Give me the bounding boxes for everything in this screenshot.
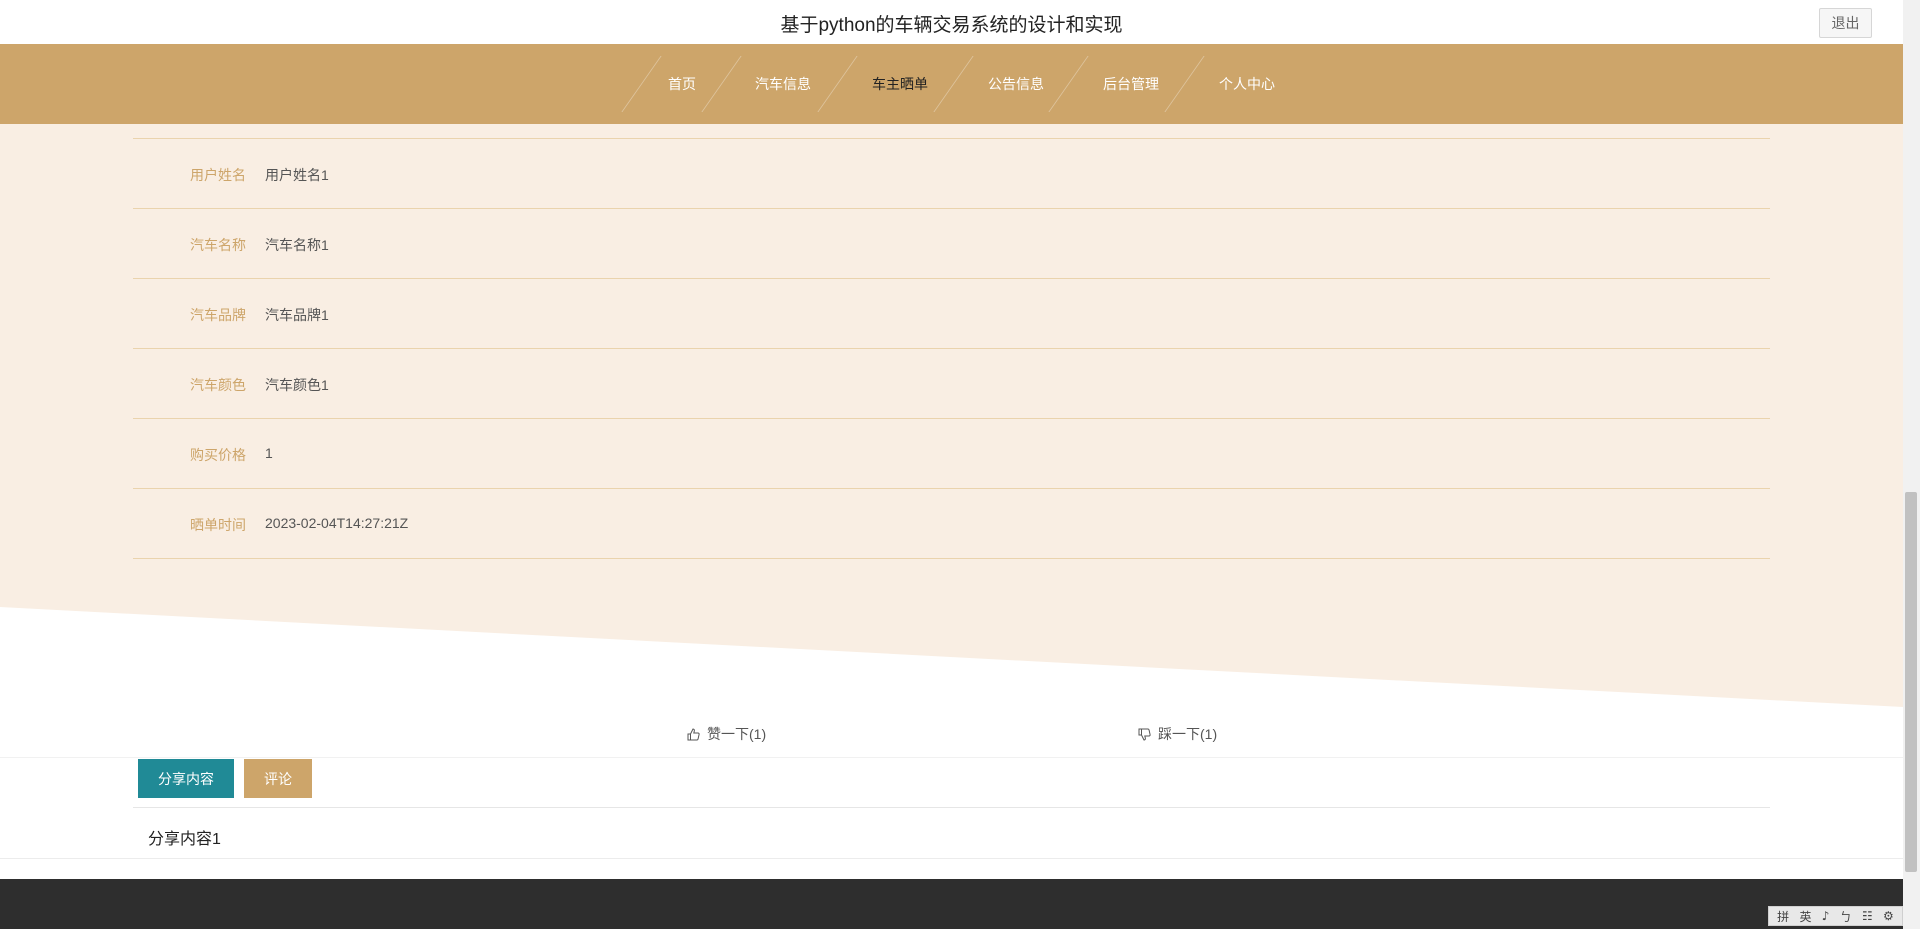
detail-row-purchase-price: 购买价格 1 <box>133 419 1770 489</box>
row-value: 汽车品牌1 <box>265 307 329 323</box>
detail-row-car-name: 汽车名称 汽车名称1 <box>133 209 1770 279</box>
row-value: 2023-02-04T14:27:21Z <box>265 515 409 531</box>
detail-row-username: 用户姓名 用户姓名1 <box>133 139 1770 209</box>
ime-settings-icon[interactable]: ⚙ <box>1883 909 1894 923</box>
tab-underline <box>133 807 1770 808</box>
detail-row-car-color: 汽车颜色 汽车颜色1 <box>133 349 1770 419</box>
like-button[interactable]: 赞一下(1) <box>687 724 766 744</box>
top-header: 基于python的车辆交易系统的设计和实现 退出 <box>0 0 1903 44</box>
scrollbar-thumb[interactable] <box>1905 492 1917 872</box>
dislike-label: 踩一下(1) <box>1158 726 1218 742</box>
row-label: 汽车名称 <box>190 237 246 253</box>
ime-pinyin-icon[interactable]: 拼 <box>1777 908 1789 925</box>
vertical-scrollbar[interactable] <box>1903 0 1920 929</box>
ime-toolbar[interactable]: 拼 英 ♪ ㄅ ☷ ⚙ <box>1768 906 1903 926</box>
row-value: 汽车名称1 <box>265 237 329 253</box>
thumbs-up-icon <box>687 727 700 740</box>
like-label: 赞一下(1) <box>707 726 767 742</box>
row-label: 购买价格 <box>190 447 246 463</box>
row-value: 汽车颜色1 <box>265 377 329 393</box>
ime-layout-icon[interactable]: ☷ <box>1862 909 1873 923</box>
divider <box>0 757 1903 758</box>
detail-row-post-time: 晒单时间 2023-02-04T14:27:21Z <box>133 489 1770 559</box>
tab-share-content[interactable]: 分享内容 <box>138 759 234 798</box>
row-value: 1 <box>265 445 273 461</box>
row-label: 汽车颜色 <box>190 377 246 393</box>
row-value: 用户姓名1 <box>265 167 329 183</box>
ime-sound-icon[interactable]: ♪ <box>1822 909 1830 923</box>
site-title: 基于python的车辆交易系统的设计和实现 <box>780 15 1123 36</box>
logout-button[interactable]: 退出 <box>1819 8 1872 38</box>
row-label: 用户姓名 <box>190 167 246 183</box>
detail-row-car-brand: 汽车品牌 汽车品牌1 <box>133 279 1770 349</box>
footer <box>0 879 1903 929</box>
dislike-button[interactable]: 踩一下(1) <box>1138 724 1217 744</box>
row-label: 汽车品牌 <box>190 307 246 323</box>
thumbs-down-icon <box>1138 728 1151 741</box>
tab-comments[interactable]: 评论 <box>244 759 312 798</box>
row-label: 晒单时间 <box>190 517 246 533</box>
detail-row-top-border <box>133 70 1770 139</box>
divider <box>0 858 1903 859</box>
ime-zhuyin-icon[interactable]: ㄅ <box>1840 908 1852 925</box>
share-content-text: 分享内容1 <box>148 831 221 848</box>
ime-english-icon[interactable]: 英 <box>1799 908 1811 925</box>
